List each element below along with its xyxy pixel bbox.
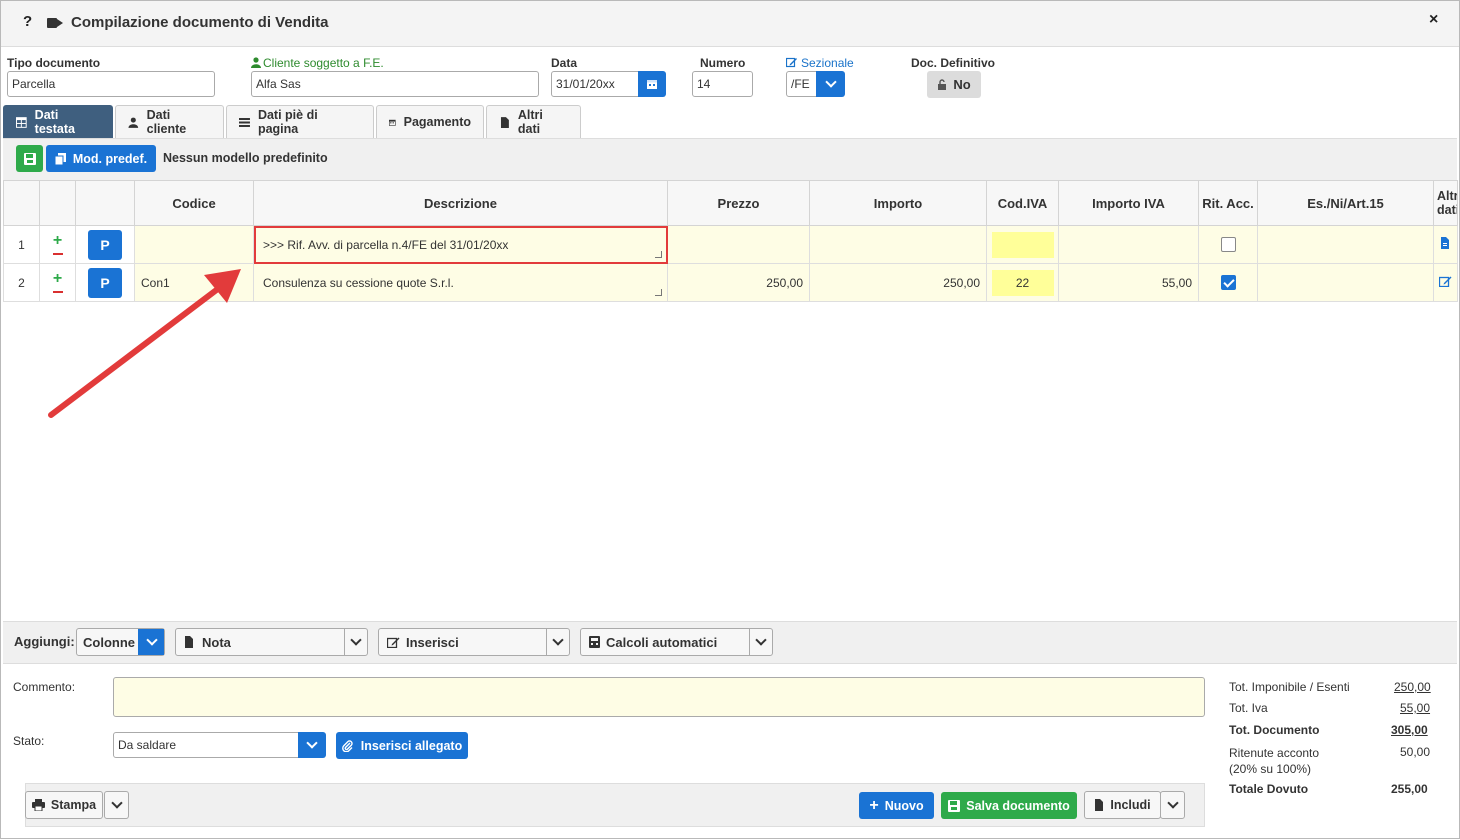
totale-documento-value[interactable]: 305,00 [1391,723,1428,737]
nota-label: Nota [202,634,231,650]
inserisci-allegato-label: Inserisci allegato [360,738,463,753]
calcoli-label: Calcoli automatici [606,634,718,650]
inserisci-dropdown[interactable]: Inserisci [378,628,570,656]
chevron-down-icon [306,737,318,749]
chevron-down-icon [1166,797,1179,809]
salva-documento-button[interactable]: Salva documento [941,792,1077,819]
paperclip-icon [341,739,353,752]
commento-field[interactable] [113,677,1205,717]
file-icon [1095,799,1104,811]
document-window: ? Compilazione documento di Vendita × Ti… [0,0,1460,839]
colonne-caret[interactable] [138,629,164,655]
calcoli-caret[interactable] [749,629,772,655]
chevron-down-icon [350,634,362,646]
calculator-icon [589,636,600,648]
chevron-down-icon [755,634,767,646]
totale-iva-label: Tot. Iva [1229,701,1268,715]
file-icon [185,636,193,648]
stato-label: Stato: [13,734,45,748]
ritenute-label: Ritenute acconto (20% su 100%) [1229,746,1320,776]
totale-imponibile-label: Tot. Imponibile / Esenti [1229,680,1350,694]
chevron-down-icon [110,797,123,809]
plus-icon: + [869,796,879,814]
nota-dropdown[interactable]: Nota [175,628,368,656]
includi-label: Includi [1110,798,1151,812]
totale-iva-value[interactable]: 55,00 [1400,701,1430,715]
print-icon [31,799,45,811]
stato-field[interactable]: Da saldare [113,732,299,758]
chevron-down-icon [145,634,158,646]
totale-imponibile-value[interactable]: 250,00 [1394,680,1431,694]
stato-dropdown-button[interactable] [298,732,326,758]
includi-dropdown-button[interactable] [1160,791,1185,819]
stampa-button[interactable]: Stampa [25,791,103,819]
totale-documento-label: Tot. Documento [1229,723,1320,737]
edit-icon [387,637,400,648]
totale-dovuto-label: Totale Dovuto [1229,782,1309,796]
inserisci-allegato-button[interactable]: Inserisci allegato [336,732,468,759]
includi-button[interactable]: Includi [1084,791,1161,819]
salva-documento-label: Salva documento [966,798,1070,813]
commento-label: Commento: [13,680,76,694]
stampa-label: Stampa [50,798,97,812]
calcoli-dropdown[interactable]: Calcoli automatici [580,628,773,656]
save-icon [948,799,961,812]
colonne-dropdown[interactable]: Colonne [76,628,165,656]
chevron-down-icon [552,634,564,646]
inserisci-caret[interactable] [546,629,569,655]
inserisci-label: Inserisci [406,634,459,650]
colonne-label: Colonne [83,634,135,650]
nuovo-button[interactable]: + Nuovo [859,792,934,819]
ritenute-value: 50,00 [1400,745,1431,759]
stampa-dropdown-button[interactable] [104,791,129,819]
aggiungi-label: Aggiungi: [14,634,75,649]
totale-dovuto-value: 255,00 [1391,782,1428,796]
nuovo-label: Nuovo [884,798,924,813]
nota-caret[interactable] [344,629,367,655]
